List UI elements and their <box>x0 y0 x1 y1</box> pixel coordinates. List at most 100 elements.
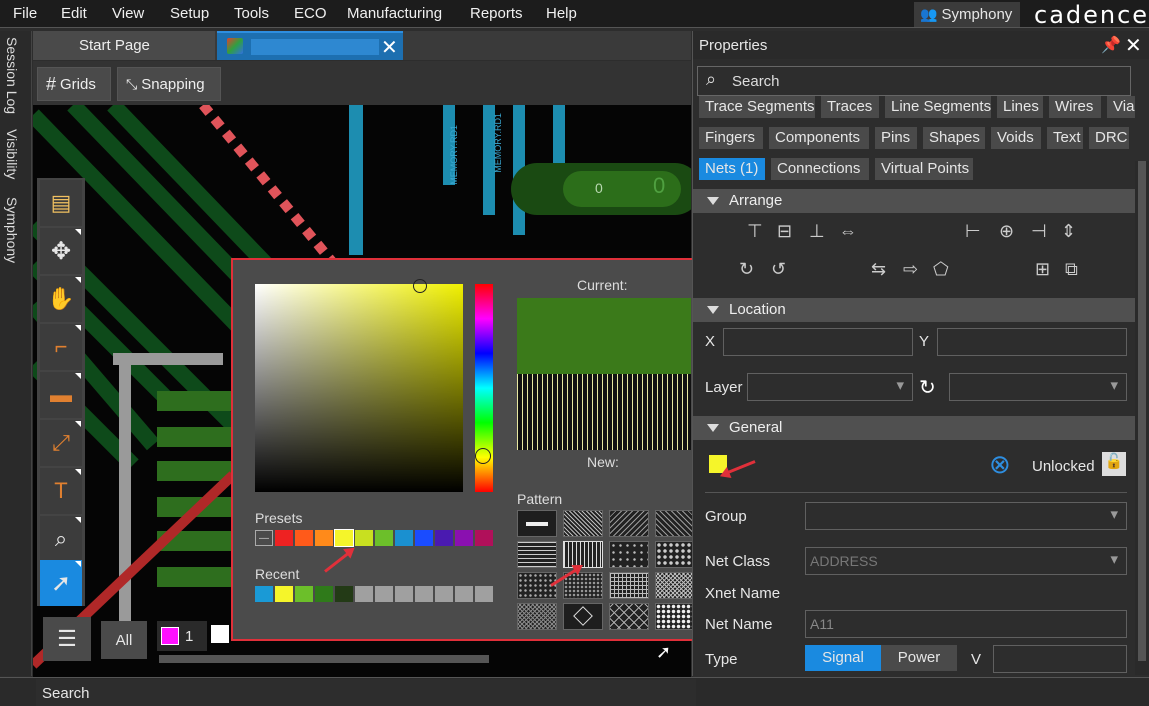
tab-visibility[interactable]: Visibility <box>4 129 20 179</box>
pattern-crosshatch-fine[interactable] <box>563 510 603 537</box>
menu-eco[interactable]: ECO <box>294 5 327 22</box>
mirror-icon[interactable]: ⇆ <box>871 259 886 280</box>
recent-swatch[interactable] <box>335 586 353 602</box>
align-center-icon[interactable]: ⊕ <box>999 221 1014 242</box>
pattern-mesh[interactable] <box>517 603 557 630</box>
filter-chip[interactable]: Lines <box>997 96 1043 118</box>
no-color-swatch[interactable]: — <box>255 530 273 546</box>
menu-view[interactable]: View <box>112 5 144 22</box>
route-tool[interactable]: ⌐ <box>40 324 82 370</box>
rotate-cw-icon[interactable]: ↻ <box>739 259 754 280</box>
tab-start-page[interactable]: Start Page <box>33 31 215 60</box>
recent-swatch[interactable] <box>295 586 313 602</box>
layer-color[interactable] <box>211 625 229 643</box>
pattern-crosshatch[interactable] <box>655 572 695 599</box>
layer-select[interactable]: ▾ <box>747 373 913 401</box>
grids-button[interactable]: # Grids <box>37 67 111 101</box>
command-search[interactable]: Search <box>36 679 696 706</box>
properties-scrollbar[interactable] <box>1135 161 1149 675</box>
pin-icon[interactable]: 📌 <box>1101 35 1121 55</box>
connect-tool[interactable]: ⤢ <box>40 420 82 466</box>
pattern-horizontal[interactable] <box>517 541 557 568</box>
net-class-select[interactable]: ADDRESS ▾ <box>805 547 1127 575</box>
layer-scrollbar[interactable] <box>159 655 489 663</box>
recent-swatch[interactable] <box>375 586 393 602</box>
preset-swatch[interactable] <box>395 530 413 546</box>
pattern-dots-sparse[interactable] <box>609 541 649 568</box>
pattern-checker[interactable] <box>655 603 695 630</box>
distribute-vertical-icon[interactable]: ⇕ <box>1061 221 1076 242</box>
recent-swatch[interactable] <box>315 586 333 602</box>
preset-swatch[interactable] <box>375 530 393 546</box>
section-location[interactable]: Location <box>693 298 1135 322</box>
menu-edit[interactable]: Edit <box>61 5 87 22</box>
tab-design[interactable]: ✕ <box>217 31 403 60</box>
snapping-button[interactable]: ⤡ Snapping <box>117 67 221 101</box>
layers-icon[interactable]: ☰ <box>43 617 91 661</box>
filter-chip[interactable]: Vias <box>1107 96 1135 118</box>
pattern-diagonal-left[interactable] <box>609 510 649 537</box>
group-icon[interactable]: ⊞ <box>1035 259 1050 280</box>
filter-chip[interactable]: Voids <box>991 127 1041 149</box>
flip-icon[interactable]: ⇨ <box>903 259 918 280</box>
net-name-field[interactable]: A11 <box>805 610 1127 638</box>
refresh-icon[interactable]: ↻ <box>919 375 936 400</box>
x-field[interactable] <box>723 328 913 356</box>
align-bottom-icon[interactable]: ⊥ <box>809 221 825 242</box>
filter-chip[interactable]: Traces <box>821 96 879 118</box>
filter-chip[interactable]: Connections <box>771 158 869 180</box>
menu-help[interactable]: Help <box>546 5 577 22</box>
y-field[interactable] <box>937 328 1127 356</box>
pattern-stipple[interactable] <box>563 572 603 599</box>
filter-chip[interactable]: Nets (1) <box>699 158 765 180</box>
layer-swatch[interactable]: 1 <box>157 621 207 651</box>
distribute-horizontal-icon[interactable]: ⇔ <box>839 221 857 242</box>
recent-swatch[interactable] <box>255 586 273 602</box>
rotate-ccw-icon[interactable]: ↺ <box>771 259 786 280</box>
pattern-dots-dense[interactable] <box>655 541 695 568</box>
all-layers-button[interactable]: All <box>101 621 147 659</box>
group-select[interactable]: ▾ <box>805 502 1127 530</box>
recent-swatch[interactable] <box>415 586 433 602</box>
pattern-diagonal-right[interactable] <box>655 510 695 537</box>
filter-chip[interactable]: Pins <box>875 127 917 149</box>
zoom-tool[interactable]: ⌕ <box>40 516 82 562</box>
text-tool[interactable]: T <box>40 468 82 514</box>
filter-chip[interactable]: Trace Segments <box>699 96 815 118</box>
recent-swatch[interactable] <box>355 586 373 602</box>
ungroup-icon[interactable]: ⧉ <box>1065 259 1078 280</box>
tab-symphony[interactable]: Symphony <box>4 197 20 263</box>
filter-chip[interactable]: Wires <box>1049 96 1101 118</box>
tab-session-log[interactable]: Session Log <box>4 37 20 114</box>
align-right-icon[interactable]: ⊣ <box>1031 221 1047 242</box>
menu-reports[interactable]: Reports <box>470 5 523 22</box>
menu-file[interactable]: File <box>13 5 37 22</box>
section-arrange[interactable]: Arrange <box>693 189 1135 213</box>
v-field[interactable] <box>993 645 1127 673</box>
sv-handle[interactable] <box>413 279 427 293</box>
swap-icon[interactable]: ⬠ <box>933 259 949 280</box>
preset-swatch[interactable] <box>275 530 293 546</box>
menu-setup[interactable]: Setup <box>170 5 209 22</box>
filter-chip[interactable]: Text <box>1047 127 1083 149</box>
symphony-button[interactable]: 👥 Symphony <box>914 2 1020 27</box>
preset-swatch[interactable] <box>355 530 373 546</box>
filter-chip[interactable]: Shapes <box>923 127 985 149</box>
menu-manufacturing[interactable]: Manufacturing <box>347 5 442 22</box>
saturation-value-square[interactable] <box>255 284 463 492</box>
preset-swatch[interactable] <box>295 530 313 546</box>
preset-swatch[interactable] <box>415 530 433 546</box>
move-tool[interactable]: ✥ <box>40 228 82 274</box>
recent-swatch[interactable] <box>435 586 453 602</box>
close-icon[interactable]: ✕ <box>1125 33 1142 58</box>
recent-swatch[interactable] <box>455 586 473 602</box>
hue-handle[interactable] <box>475 448 491 464</box>
filter-chip[interactable]: Fingers <box>699 127 763 149</box>
preset-swatch[interactable] <box>475 530 493 546</box>
comment-tool[interactable]: ▤ <box>40 180 82 226</box>
layer-select-secondary[interactable]: ▾ <box>949 373 1127 401</box>
preset-swatch[interactable] <box>455 530 473 546</box>
filter-chip[interactable]: Line Segments <box>885 96 991 118</box>
type-power-button[interactable]: Power <box>881 645 957 671</box>
align-top-icon[interactable]: ⊤ <box>747 221 763 242</box>
